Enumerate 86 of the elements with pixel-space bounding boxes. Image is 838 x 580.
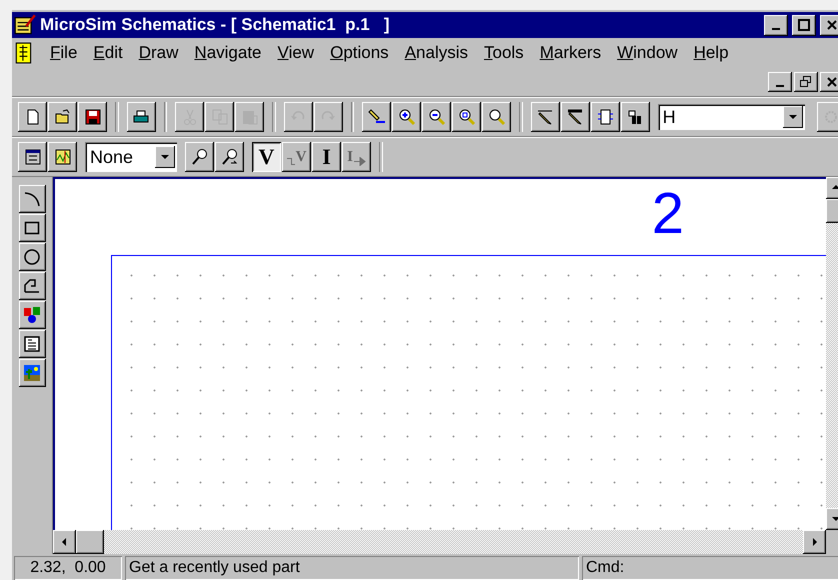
circle-button[interactable] [18,243,46,271]
colored-shapes-icon [23,306,41,324]
floppy-icon [84,108,102,126]
current-probe-icon [220,148,238,166]
new-button[interactable] [18,102,47,132]
maximize-icon [798,19,810,31]
get-part-button[interactable] [620,102,650,132]
scroll-thumb[interactable] [76,530,104,554]
menu-item[interactable]: View [270,43,322,63]
bus-button[interactable] [560,102,590,132]
wire-button[interactable] [530,102,560,132]
save-button[interactable] [78,102,107,132]
close-icon [827,20,837,30]
zoom-out-button[interactable] [422,102,452,132]
status-message: Get a recently used part [125,556,579,580]
polyline-button[interactable] [18,272,46,300]
menu-item[interactable]: Markers [532,43,610,63]
probe-v-button[interactable] [185,142,214,172]
document-icon[interactable] [14,42,34,64]
menu-item[interactable]: Options [322,43,397,63]
print-button[interactable] [126,102,156,132]
menu-item[interactable]: Analysis [396,43,476,63]
pencil-icon [536,108,554,126]
text-box-button[interactable] [18,330,46,358]
command-readout: Cmd: [582,556,838,580]
text-frame-icon [23,335,41,353]
zoom-out-icon [428,108,446,126]
close-button[interactable] [820,72,838,92]
menu-item[interactable]: Navigate [186,43,270,63]
list-button[interactable] [18,142,47,172]
marker-pen-icon [368,108,386,126]
block-button[interactable] [590,102,620,132]
voltage-probe-icon [190,148,208,166]
schematic-canvas[interactable]: 2 [53,177,826,530]
landscape-icon [23,364,41,382]
horizontal-scrollbar[interactable] [53,530,826,554]
plot-button[interactable] [48,142,77,172]
menu-item[interactable]: Window [609,43,686,63]
minimize-button[interactable] [768,72,792,92]
maximize-button[interactable] [792,14,816,36]
menu-item[interactable]: Tools [476,43,532,63]
wire-icon [286,158,295,164]
block-icon [596,108,614,126]
restore-button[interactable] [794,72,818,92]
text-button[interactable] [18,301,46,329]
circle-icon [23,248,41,266]
box-button[interactable] [18,214,46,242]
probe-i-button[interactable] [215,142,244,172]
scroll-left-button[interactable] [53,530,76,554]
coordinates-readout: 2.32, 0.00 [14,556,122,580]
close-button[interactable] [820,14,838,36]
menu-item[interactable]: Help [686,43,737,63]
picture-button[interactable] [18,359,46,387]
minimize-icon [772,28,780,30]
magnifier-icon [488,108,506,126]
profile-dropdown[interactable]: None [85,142,177,172]
plot-icon [54,148,72,166]
arrow-icon [354,156,366,166]
menu-item[interactable]: Edit [85,43,131,63]
pencil-bar-icon [566,108,584,126]
minimize-icon [776,85,784,87]
menu-item[interactable]: Draw [130,43,186,63]
close-icon [827,77,837,87]
restore-icon [800,76,812,88]
scroll-right-button[interactable] [803,530,826,554]
window-title: MicroSim Schematics - [ Schematic1 p.1 ] [40,15,391,35]
arc-button[interactable] [18,185,46,213]
arc-icon [23,190,41,208]
polyline-icon [23,277,41,295]
app-icon [14,14,36,36]
folder-icon [54,108,72,126]
zoom-in-button[interactable] [392,102,422,132]
menu-item[interactable]: File [42,43,86,63]
marker-button[interactable]: V [252,142,281,172]
open-button[interactable] [48,102,77,132]
minimize-button[interactable] [764,14,788,36]
zoom-area-button[interactable] [452,102,482,132]
list-icon [24,148,42,166]
part-name-field[interactable]: H [658,104,805,130]
rectangle-icon [23,219,41,237]
sheet-number: 2 [652,185,684,243]
zoom-in-icon [398,108,416,126]
marker-button[interactable]: I [312,142,341,172]
zoom-fit-button[interactable] [482,102,512,132]
highlight-button[interactable] [362,102,392,132]
zoom-area-icon [458,108,476,126]
